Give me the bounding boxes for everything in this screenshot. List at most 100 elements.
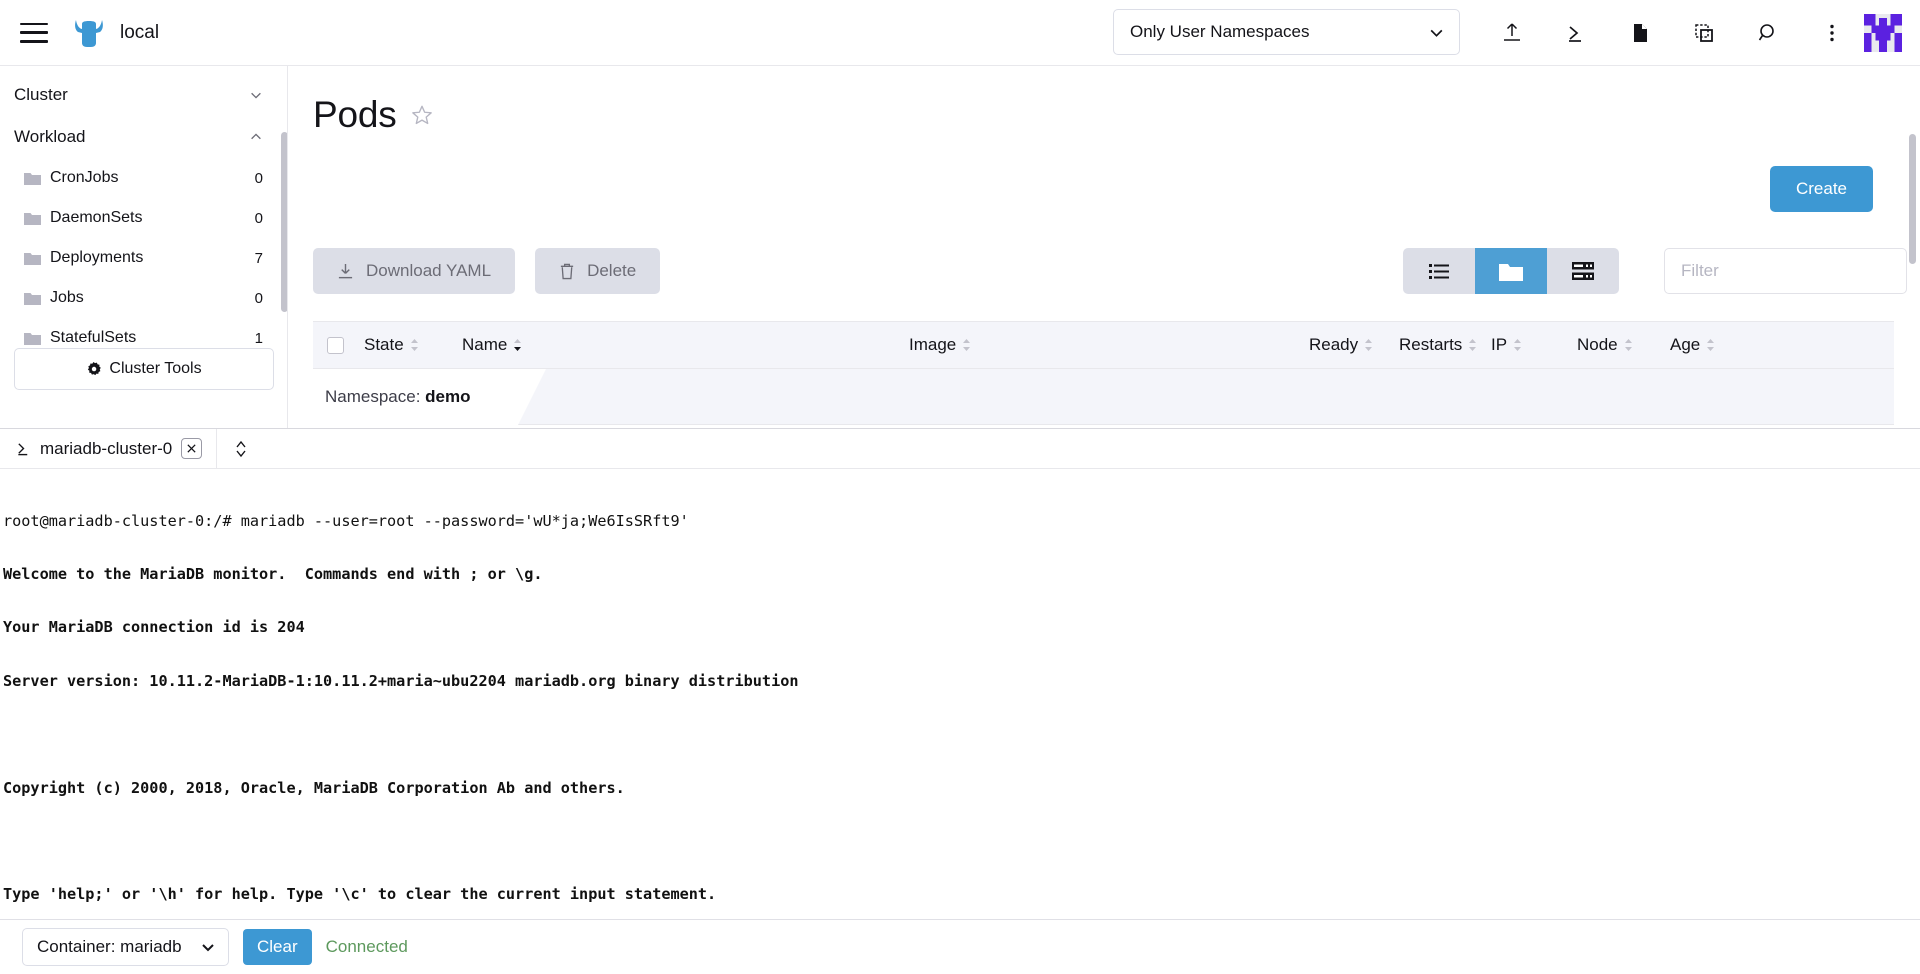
column-header-node[interactable]: Node <box>1577 335 1670 355</box>
chevron-down-icon <box>249 88 263 102</box>
download-yaml-label: Download YAML <box>366 261 491 281</box>
sidebar-item-cronjobs[interactable]: CronJobs 0 <box>0 158 287 198</box>
terminal-line: Type 'help;' or '\h' for help. Type '\c'… <box>3 886 1920 904</box>
sort-icon <box>409 338 420 352</box>
clear-terminal-button[interactable]: Clear <box>243 929 312 965</box>
user-avatar-identicon[interactable] <box>1864 14 1902 52</box>
download-icon <box>337 263 354 280</box>
column-header-ready[interactable]: Ready <box>1309 335 1399 355</box>
cluster-brand[interactable]: local <box>72 18 159 48</box>
sidebar-item-label: CronJobs <box>50 169 255 187</box>
main-content: Pods Create Download YAML Delete <box>289 66 1920 428</box>
close-icon[interactable] <box>181 438 202 459</box>
sidebar-group-workload[interactable]: Workload <box>0 116 287 158</box>
sidebar-item-label: StatefulSets <box>50 329 255 347</box>
download-yaml-button[interactable]: Download YAML <box>313 248 515 294</box>
sidebar-item-count: 0 <box>255 170 263 187</box>
header-icon-bar <box>1480 0 1864 66</box>
chevron-down-icon <box>1428 24 1445 41</box>
sidebar-scrollbar[interactable] <box>281 132 288 312</box>
main-scrollbar[interactable] <box>1909 134 1916 264</box>
page-title: Pods <box>313 94 397 136</box>
column-header-name[interactable]: Name <box>462 335 909 355</box>
view-mode-toggle <box>1403 248 1619 294</box>
sidebar-item-label: Jobs <box>50 289 255 307</box>
column-header-restarts[interactable]: Restarts <box>1399 335 1491 355</box>
trash-icon <box>559 263 575 280</box>
import-yaml-icon[interactable] <box>1480 0 1544 66</box>
table-header-row: State Name Image Ready <box>313 321 1894 369</box>
delete-button[interactable]: Delete <box>535 248 660 294</box>
select-all-checkbox[interactable] <box>327 337 344 354</box>
terminal-tab-bar: mariadb-cluster-0 <box>0 429 1920 469</box>
sort-icon <box>961 338 972 352</box>
rancher-cow-logo <box>72 18 106 48</box>
shell-prompt-icon <box>16 441 31 456</box>
terminal-line: Copyright (c) 2000, 2018, Oracle, MariaD… <box>3 780 1920 798</box>
namespace-group-header[interactable]: Namespace: demo <box>313 369 1894 425</box>
terminal-output[interactable]: root@mariadb-cluster-0:/# mariadb --user… <box>0 469 1920 919</box>
terminal-line: Your MariaDB connection id is 204 <box>3 619 1920 637</box>
hamburger-menu-icon[interactable] <box>20 23 48 43</box>
sidebar-item-jobs[interactable]: Jobs 0 <box>0 278 287 318</box>
terminal-line-blank <box>3 726 1920 744</box>
namespace-filter-value: Only User Namespaces <box>1130 22 1428 42</box>
container-select-dropdown[interactable]: Container: mariadb <box>22 928 229 966</box>
terminal-tab-label: mariadb-cluster-0 <box>40 439 172 459</box>
terminal-footer: Container: mariadb Clear Connected <box>0 919 1920 974</box>
sort-icon-active <box>512 338 523 352</box>
folder-icon <box>24 171 41 185</box>
group-by-node-view-button[interactable] <box>1547 248 1619 294</box>
cluster-tools-label: Cluster Tools <box>109 360 201 378</box>
folder-icon <box>24 331 41 345</box>
folder-icon <box>1499 262 1523 281</box>
namespace-filter-dropdown[interactable]: Only User Namespaces <box>1113 9 1460 55</box>
sidebar-item-count: 7 <box>255 250 263 267</box>
sort-icon <box>1467 338 1478 352</box>
kubectl-shell-icon[interactable] <box>1544 0 1608 66</box>
group-by-namespace-view-button[interactable] <box>1475 248 1547 294</box>
sidebar-item-label: DaemonSets <box>50 209 255 227</box>
sort-icon <box>1623 338 1634 352</box>
sidebar-item-count: 1 <box>255 330 263 347</box>
sidebar-group-label: Workload <box>14 127 86 147</box>
terminal-line: Welcome to the MariaDB monitor. Commands… <box>3 566 1920 584</box>
container-select-value: Container: mariadb <box>37 937 200 957</box>
flat-list-view-button[interactable] <box>1403 248 1475 294</box>
folder-icon <box>24 211 41 225</box>
server-icon <box>1572 262 1594 280</box>
gear-icon <box>86 362 101 377</box>
sidebar-item-daemonsets[interactable]: DaemonSets 0 <box>0 198 287 238</box>
sidebar-item-count: 0 <box>255 290 263 307</box>
overflow-menu-icon[interactable] <box>1800 0 1864 66</box>
terminal-drawer: mariadb-cluster-0 root@mariadb-cluster-0… <box>0 428 1920 974</box>
resize-vertical-icon[interactable] <box>217 429 265 468</box>
sidebar-item-deployments[interactable]: Deployments 7 <box>0 238 287 278</box>
sort-icon <box>1705 338 1716 352</box>
create-button[interactable]: Create <box>1770 166 1873 212</box>
filter-input[interactable] <box>1664 248 1907 294</box>
search-icon[interactable] <box>1736 0 1800 66</box>
sort-icon <box>1363 338 1374 352</box>
terminal-tab-mariadb-cluster-0[interactable]: mariadb-cluster-0 <box>0 429 217 468</box>
pods-table: State Name Image Ready <box>313 321 1894 428</box>
table-action-toolbar: Download YAML Delete <box>313 248 660 294</box>
cluster-name: local <box>120 22 159 44</box>
sort-icon <box>1512 338 1523 352</box>
page-header: Pods <box>313 94 1920 136</box>
delete-label: Delete <box>587 261 636 281</box>
sidebar-group-cluster[interactable]: Cluster <box>0 74 287 116</box>
star-outline-icon[interactable] <box>411 104 433 126</box>
terminal-line: root@mariadb-cluster-0:/# mariadb --user… <box>3 513 1920 531</box>
list-icon <box>1429 263 1449 280</box>
sidebar-item-label: Deployments <box>50 249 255 267</box>
column-header-state[interactable]: State <box>364 335 462 355</box>
docs-icon[interactable] <box>1608 0 1672 66</box>
column-header-age[interactable]: Age <box>1670 335 1716 355</box>
column-header-ip[interactable]: IP <box>1491 335 1577 355</box>
column-header-image[interactable]: Image <box>909 335 1309 355</box>
sidebar-item-count: 0 <box>255 210 263 227</box>
cluster-tools-button[interactable]: Cluster Tools <box>14 348 274 390</box>
copy-kubeconfig-icon[interactable] <box>1672 0 1736 66</box>
group-prefix: Namespace: <box>325 387 420 406</box>
